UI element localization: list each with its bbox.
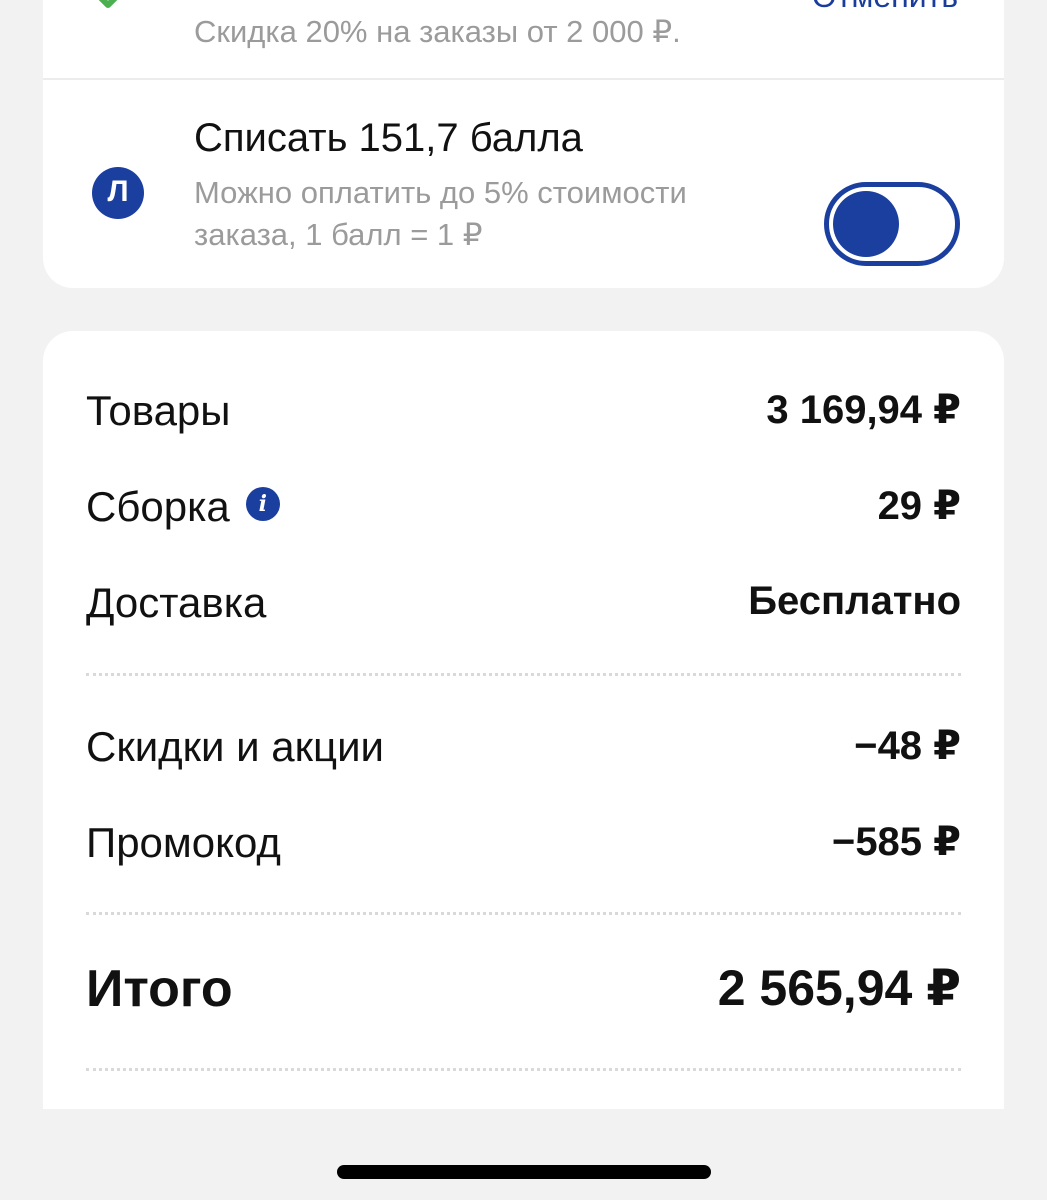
order-summary-screen: Скидка 20% на заказы от 2 000 ₽. Отменит… bbox=[0, 0, 1047, 1200]
promo-description: Скидка 20% на заказы от 2 000 ₽. bbox=[194, 14, 681, 49]
dotted-divider bbox=[86, 912, 961, 915]
applied-promo-row: Скидка 20% на заказы от 2 000 ₽. Отменит… bbox=[43, 0, 1004, 78]
info-icon[interactable]: i bbox=[245, 486, 280, 521]
assembly-row: Сборка i 29 ₽ bbox=[86, 483, 961, 543]
check-icon bbox=[98, 0, 118, 8]
assembly-label: Сборка bbox=[86, 483, 230, 530]
toggle-knob bbox=[833, 191, 899, 257]
points-row: Л Списать 151,7 балла Можно оплатить до … bbox=[43, 80, 1004, 288]
total-label: Итого bbox=[86, 960, 233, 1018]
price-summary-card: Товары 3 169,94 ₽ Сборка i 29 ₽ Доставка … bbox=[43, 331, 1004, 1109]
discounts-value: −48 ₽ bbox=[854, 724, 961, 768]
promocode-row: Промокод −585 ₽ bbox=[86, 819, 961, 879]
loyalty-points-icon: Л bbox=[92, 167, 144, 219]
points-description: Можно оплатить до 5% стоимости заказа, 1… bbox=[194, 175, 687, 252]
use-points-toggle[interactable] bbox=[824, 182, 960, 266]
delivery-value: Бесплатно bbox=[748, 579, 961, 623]
promocode-label: Промокод bbox=[86, 819, 281, 866]
dotted-divider bbox=[86, 1068, 961, 1071]
goods-value: 3 169,94 ₽ bbox=[766, 388, 961, 432]
cancel-promo-button[interactable]: Отменить bbox=[812, 0, 958, 15]
total-value: 2 565,94 ₽ bbox=[717, 960, 961, 1016]
assembly-value: 29 ₽ bbox=[877, 484, 961, 528]
home-indicator[interactable] bbox=[337, 1165, 711, 1179]
discounts-label: Скидки и акции bbox=[86, 723, 385, 770]
assembly-label-wrap: Сборка i bbox=[86, 483, 280, 531]
total-row: Итого 2 565,94 ₽ bbox=[86, 959, 961, 1029]
discounts-row: Скидки и акции −48 ₽ bbox=[86, 723, 961, 783]
delivery-row: Доставка Бесплатно bbox=[86, 579, 961, 639]
delivery-label: Доставка bbox=[86, 579, 267, 626]
dotted-divider bbox=[86, 673, 961, 676]
promocode-value: −585 ₽ bbox=[831, 820, 961, 864]
points-title: Списать 151,7 балла bbox=[194, 116, 583, 160]
goods-label: Товары bbox=[86, 387, 231, 434]
discounts-card: Скидка 20% на заказы от 2 000 ₽. Отменит… bbox=[43, 0, 1004, 288]
goods-row: Товары 3 169,94 ₽ bbox=[86, 387, 961, 447]
